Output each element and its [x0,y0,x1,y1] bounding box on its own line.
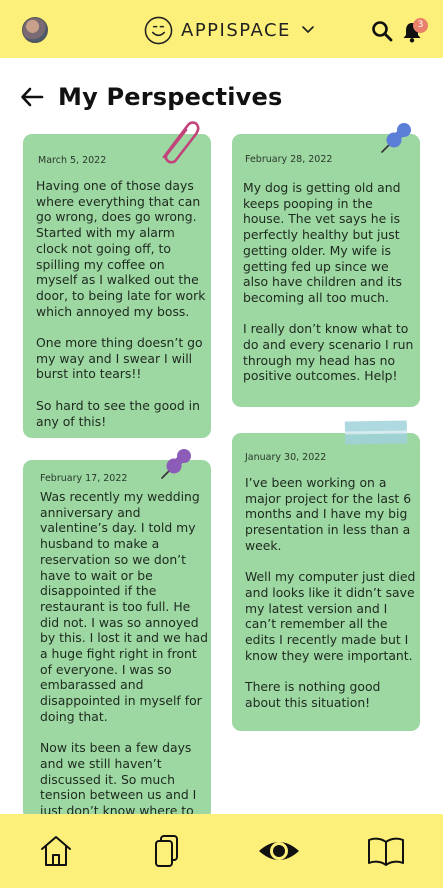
page-header: My Perspectives [20,82,282,112]
note-body: Having one of those days where everythin… [36,178,206,429]
note-body: Was recently my wedding anniversary and … [40,489,208,819]
note-body: My dog is getting old and keeps pooping … [243,180,414,384]
cards-icon [155,835,178,867]
nav-home[interactable] [36,831,76,871]
brand-name: APPISPACE [181,19,291,41]
note-date: January 30, 2022 [245,452,327,463]
top-bar: APPISPACE 3 [0,0,443,58]
page-title: My Perspectives [58,83,283,111]
eye-icon [259,842,299,860]
home-icon [41,836,71,866]
bottom-nav [0,814,443,888]
avatar[interactable] [22,17,48,43]
notifications-button[interactable]: 3 [401,18,431,44]
nav-cards[interactable] [146,831,186,871]
pushpin-icon [161,449,191,479]
nav-journal[interactable] [366,831,406,871]
perspective-note[interactable]: February 17, 2022 Was recently my weddin… [23,460,211,820]
chevron-down-icon [302,26,314,33]
perspective-note[interactable]: February 28, 2022 My dog is getting old … [232,134,420,407]
search-icon[interactable] [371,20,393,42]
note-date: February 28, 2022 [245,154,333,165]
tape-strip [344,420,408,445]
paperclip-icon [162,121,200,164]
note-date: March 5, 2022 [38,155,107,166]
perspective-note[interactable]: March 5, 2022 Having one of those days w… [23,134,211,438]
book-icon [368,837,404,866]
pushpin-icon [381,123,411,153]
note-body: I’ve been working on a major project for… [245,475,416,710]
brand-switcher[interactable]: APPISPACE [144,15,315,45]
nav-perspectives[interactable] [256,831,302,871]
notification-badge: 3 [413,18,428,33]
note-date: February 17, 2022 [40,473,128,484]
perspective-note[interactable]: January 30, 2022 I’ve been working on a … [232,433,420,731]
back-arrow-icon[interactable] [20,87,44,107]
smiley-logo-icon [144,16,173,44]
